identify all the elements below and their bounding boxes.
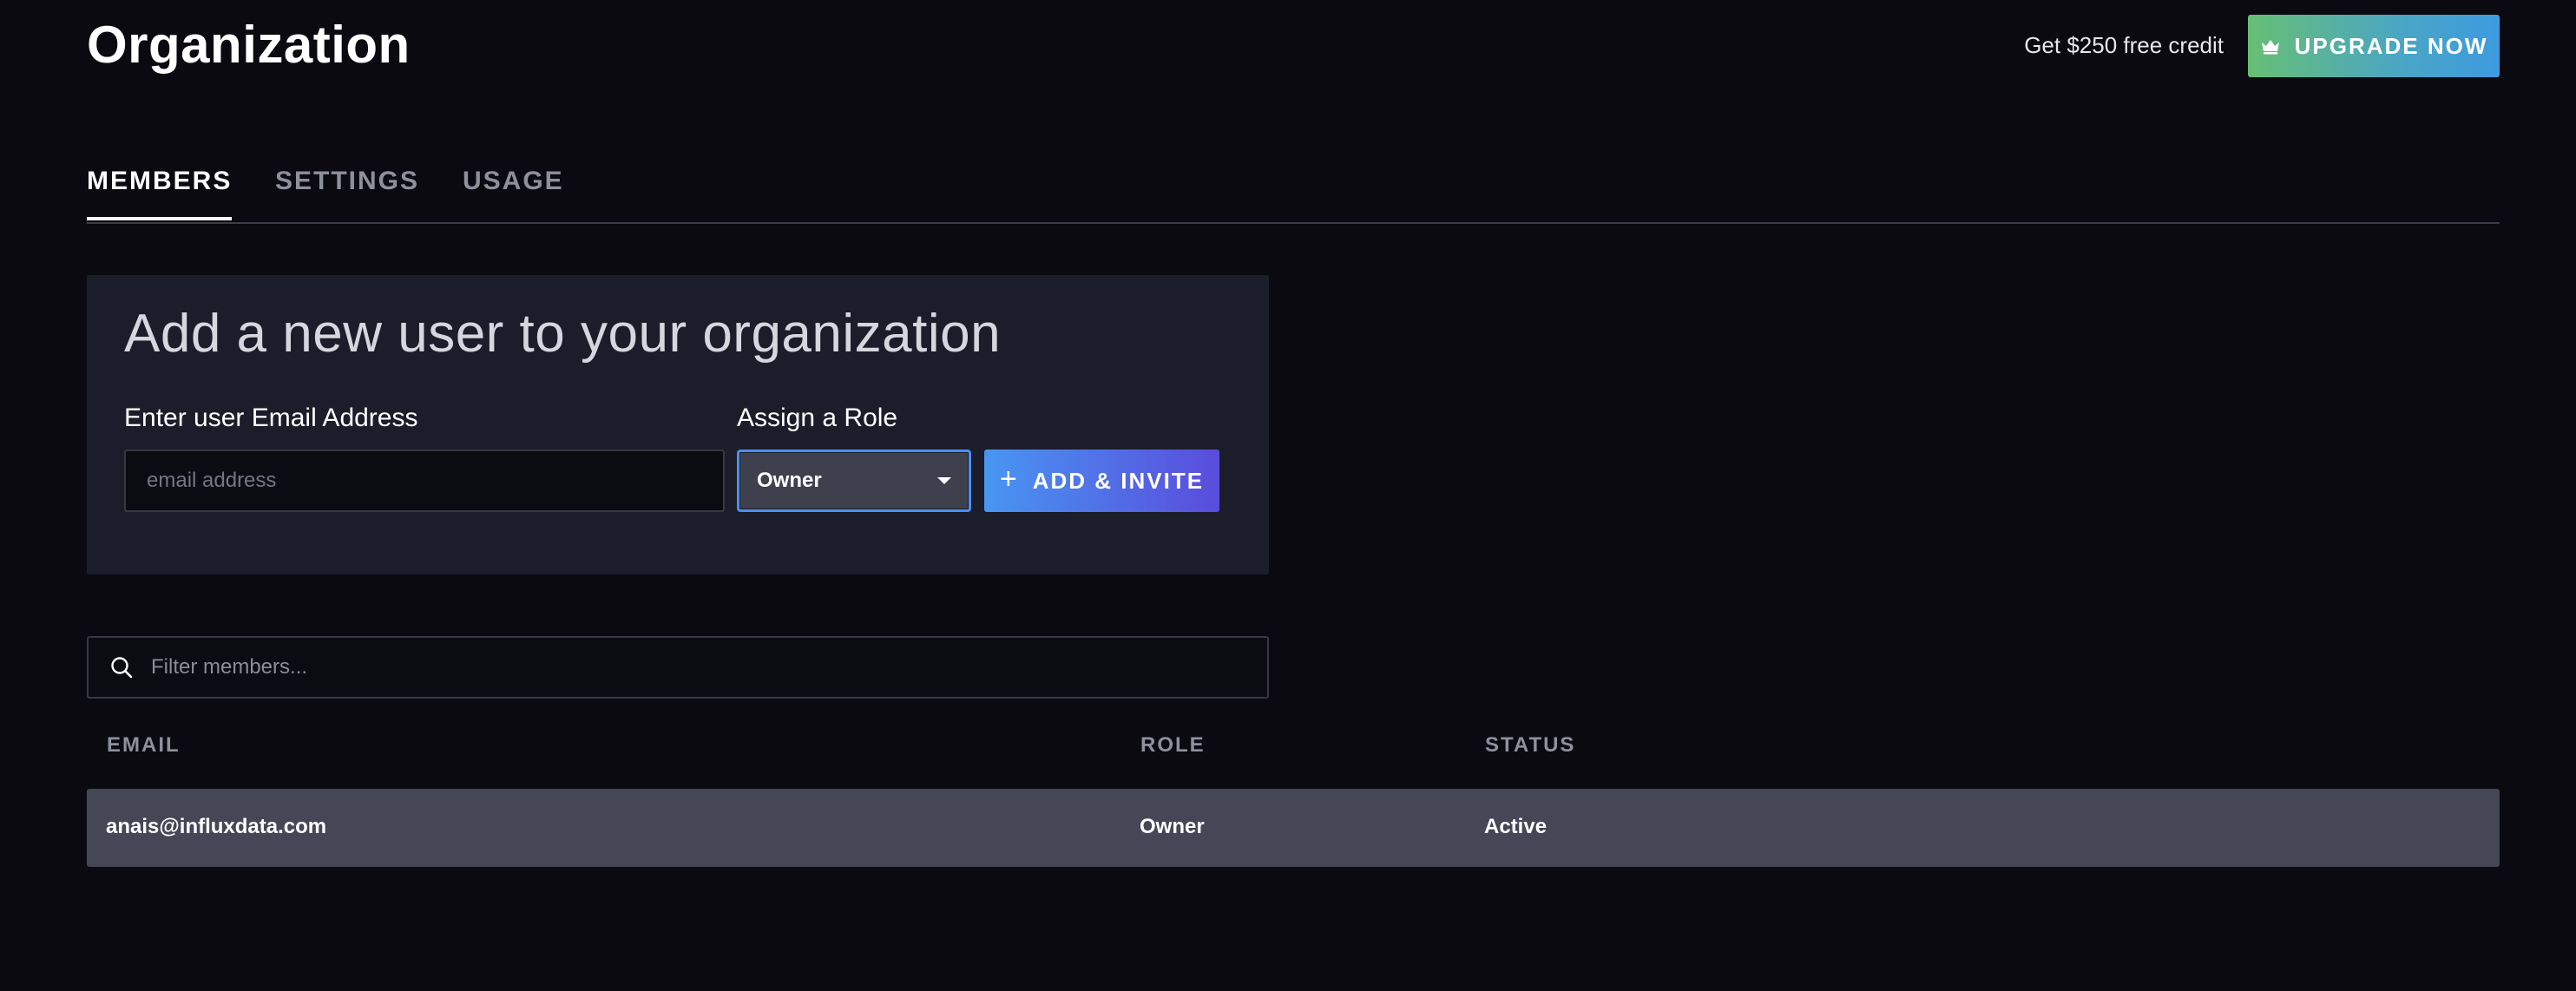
add-user-panel: Add a new user to your organization Ente… bbox=[87, 275, 1269, 574]
add-user-title: Add a new user to your organization bbox=[124, 304, 1002, 364]
column-header-email[interactable]: EMAIL bbox=[107, 733, 181, 758]
add-and-invite-label: ADD & INVITE bbox=[1032, 467, 1205, 494]
filter-members-input[interactable] bbox=[151, 655, 1246, 679]
page-title: Organization bbox=[87, 16, 411, 74]
free-credit-text: Get $250 free credit bbox=[2024, 32, 2224, 58]
table-row[interactable]: anais@influxdata.com Owner Active bbox=[87, 789, 2500, 867]
tab-usage[interactable]: USAGE bbox=[463, 167, 564, 219]
tab-settings[interactable]: SETTINGS bbox=[275, 167, 419, 219]
column-header-status[interactable]: STATUS bbox=[1485, 733, 1575, 758]
crown-icon bbox=[2261, 40, 2279, 55]
plus-icon: + bbox=[999, 463, 1017, 496]
member-status: Active bbox=[1484, 815, 1548, 838]
caret-down-icon bbox=[937, 477, 951, 484]
organization-page: Organization Get $250 free credit UPGRAD… bbox=[0, 0, 2576, 991]
email-field[interactable] bbox=[124, 450, 725, 512]
search-icon bbox=[111, 657, 133, 679]
member-role: Owner bbox=[1140, 815, 1205, 838]
tab-bar: MEMBERS SETTINGS USAGE bbox=[87, 148, 2500, 224]
upgrade-now-label: UPGRADE NOW bbox=[2294, 32, 2488, 59]
role-dropdown-value: Owner bbox=[757, 469, 822, 492]
column-header-role[interactable]: ROLE bbox=[1140, 733, 1206, 758]
member-email: anais@influxdata.com bbox=[106, 815, 327, 838]
role-field-label: Assign a Role bbox=[737, 404, 898, 432]
filter-members-box bbox=[87, 636, 1269, 699]
tab-members[interactable]: MEMBERS bbox=[87, 167, 233, 220]
upgrade-now-button[interactable]: UPGRADE NOW bbox=[2248, 15, 2500, 77]
email-field-label: Enter user Email Address bbox=[124, 404, 418, 432]
add-and-invite-button[interactable]: + ADD & INVITE bbox=[984, 450, 1219, 512]
role-dropdown[interactable]: Owner bbox=[737, 450, 971, 512]
